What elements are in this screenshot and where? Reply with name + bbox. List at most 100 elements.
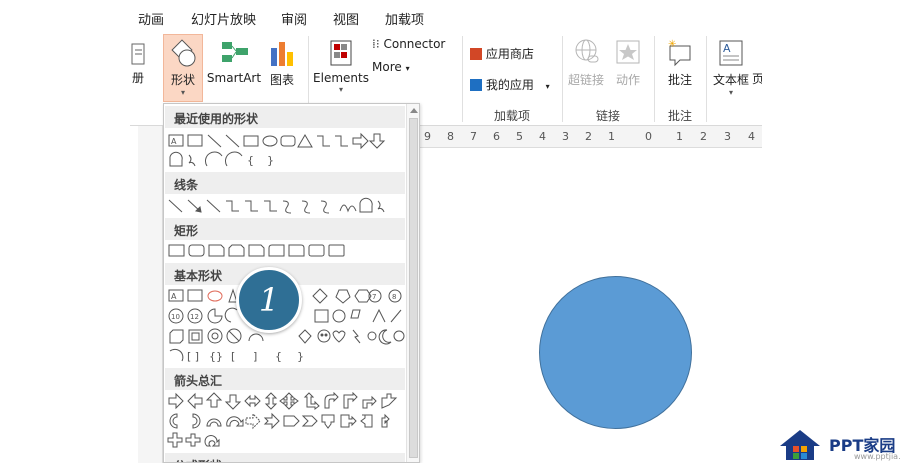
partial-left-icon xyxy=(131,43,145,65)
svg-text:{: { xyxy=(247,154,254,167)
more-dropdown-icon: ▾ xyxy=(405,64,410,73)
ruler-tick: 2 xyxy=(700,130,707,143)
svg-text:A: A xyxy=(171,292,177,301)
ruler-tick: 3 xyxy=(724,130,731,143)
ribbon-separator xyxy=(562,36,563,122)
recent-shapes-icons-2: { } xyxy=(169,151,274,167)
recent-shapes-icons: A xyxy=(168,132,386,150)
more-button[interactable]: More ▾ xyxy=(372,60,432,74)
tab-addins[interactable]: 加载项 xyxy=(385,9,424,28)
chart-label: 图表 xyxy=(269,73,294,87)
ruler-tick: 1 xyxy=(676,130,683,143)
horizontal-ruler: 9 8 7 6 5 4 3 2 1 0 1 2 3 4 xyxy=(420,126,762,148)
store-bag-icon xyxy=(470,48,482,60)
ribbon-separator xyxy=(706,36,707,122)
rectangle-shapes-icons xyxy=(168,244,345,257)
shapes-label: 形状 xyxy=(170,73,195,87)
section-block-arrows: 箭头总汇 xyxy=(165,368,405,390)
my-apps-icon xyxy=(470,79,482,91)
links-group-label: 链接 xyxy=(596,109,621,123)
partial-left-button[interactable]: 册 xyxy=(130,42,146,86)
shape-row-arrows-1[interactable] xyxy=(167,392,405,410)
hyperlink-button[interactable]: 超链接 xyxy=(566,38,606,88)
line-shapes-icons xyxy=(168,197,385,214)
smartart-button[interactable]: SmartArt xyxy=(206,38,262,85)
comment-label: 批注 xyxy=(667,73,692,87)
panel-scrollbar[interactable] xyxy=(406,104,419,462)
connector-label: Connector xyxy=(383,37,446,51)
basic-shapes-icons-4: [ ] {} [ ] { } xyxy=(169,348,304,363)
textbox-button[interactable]: A 文本框 ▾ xyxy=(710,38,752,97)
ruler-tick: 8 xyxy=(447,130,454,143)
ruler-tick: 1 xyxy=(608,130,615,143)
scroll-up-arrow-icon[interactable] xyxy=(410,108,418,113)
svg-text:✳: ✳ xyxy=(668,39,676,50)
app-store-label: 应用商店 xyxy=(485,47,534,61)
ribbon-tab-bar: 动画 幻灯片放映 审阅 视图 加载项 xyxy=(0,0,900,32)
svg-text:[ ]: [ ] xyxy=(187,350,199,363)
shape-row-lines[interactable] xyxy=(167,197,405,215)
connector-button[interactable]: ⁞⁝ Connector xyxy=(372,37,462,51)
svg-text:}: } xyxy=(297,350,304,363)
svg-text:}: } xyxy=(267,154,274,167)
svg-text:10: 10 xyxy=(171,313,180,321)
canvas-circle-shape[interactable] xyxy=(539,276,692,429)
scroll-thumb[interactable] xyxy=(409,118,418,458)
ribbon-separator xyxy=(654,36,655,122)
ruler-tick: 4 xyxy=(539,130,546,143)
addins-group-label: 加载项 xyxy=(494,109,531,123)
hyperlink-label: 超链接 xyxy=(567,73,604,87)
my-apps-label: 我的应用 xyxy=(485,78,534,92)
app-store-button[interactable]: 应用商店 xyxy=(470,45,560,62)
svg-text:]: ] xyxy=(253,350,257,363)
svg-text:7: 7 xyxy=(372,293,376,301)
partial-right-button[interactable]: 页 xyxy=(752,70,762,87)
shape-row-arrows-3[interactable] xyxy=(167,432,405,450)
textbox-dropdown-icon: ▾ xyxy=(728,88,733,97)
arrow-shapes-icons-2 xyxy=(169,412,390,430)
shape-row-rectangles[interactable] xyxy=(167,242,405,260)
elements-button[interactable]: Elements ▾ xyxy=(312,38,370,94)
house-logo-icon xyxy=(780,430,820,460)
svg-text:[: [ xyxy=(231,350,235,363)
ruler-tick: 4 xyxy=(748,130,755,143)
svg-text:{: { xyxy=(275,350,282,363)
chart-button[interactable]: 图表 xyxy=(264,38,300,88)
ruler-tick: 3 xyxy=(562,130,569,143)
tab-animation[interactable]: 动画 xyxy=(138,9,164,28)
shapes-icon xyxy=(171,39,196,67)
watermark-url: www.pptjia.com xyxy=(854,452,900,461)
comment-icon: ✳ xyxy=(668,39,691,67)
shape-row-arrows-2[interactable] xyxy=(167,412,405,430)
shape-row-basic-4[interactable]: [ ] {} [ ] { } xyxy=(167,347,405,365)
partial-left-label: 册 xyxy=(131,71,144,85)
svg-text:8: 8 xyxy=(392,293,396,301)
section-lines: 线条 xyxy=(165,172,405,194)
arrow-shapes-icons-1 xyxy=(168,392,398,410)
my-apps-button[interactable]: 我的应用 ▾ xyxy=(470,76,560,93)
shape-row-recent-1[interactable]: A xyxy=(167,132,405,150)
tab-view[interactable]: 视图 xyxy=(333,9,359,28)
thumbnail-pane-edge xyxy=(138,126,163,463)
tab-slideshow[interactable]: 幻灯片放映 xyxy=(191,9,256,28)
section-equation-shapes: 公式形状 xyxy=(165,453,405,462)
elements-icon xyxy=(330,40,352,66)
shape-row-recent-2[interactable]: { } xyxy=(167,151,405,169)
comments-group-label: 批注 xyxy=(668,109,693,123)
comment-button[interactable]: ✳ 批注 xyxy=(660,38,700,88)
tab-review[interactable]: 审阅 xyxy=(281,9,307,28)
star-action-icon xyxy=(616,40,640,64)
watermark-logo: PPT家园 www.pptjia.com xyxy=(776,428,900,463)
smartart-label: SmartArt xyxy=(206,71,262,85)
ribbon-separator xyxy=(462,36,463,122)
section-recent-shapes: 最近使用的形状 xyxy=(165,106,405,128)
ruler-tick: 9 xyxy=(424,130,431,143)
action-button[interactable]: 动作 xyxy=(608,38,648,88)
shapes-button[interactable]: 形状 ▾ xyxy=(163,38,203,97)
arrow-shapes-icons-3 xyxy=(167,432,220,448)
shape-row-basic-3[interactable] xyxy=(167,327,405,345)
svg-text:A: A xyxy=(723,42,731,55)
shapes-dropdown-icon: ▾ xyxy=(180,88,185,97)
step-callout-badge: 1 xyxy=(236,267,302,333)
textbox-label: 文本框 xyxy=(712,73,749,87)
